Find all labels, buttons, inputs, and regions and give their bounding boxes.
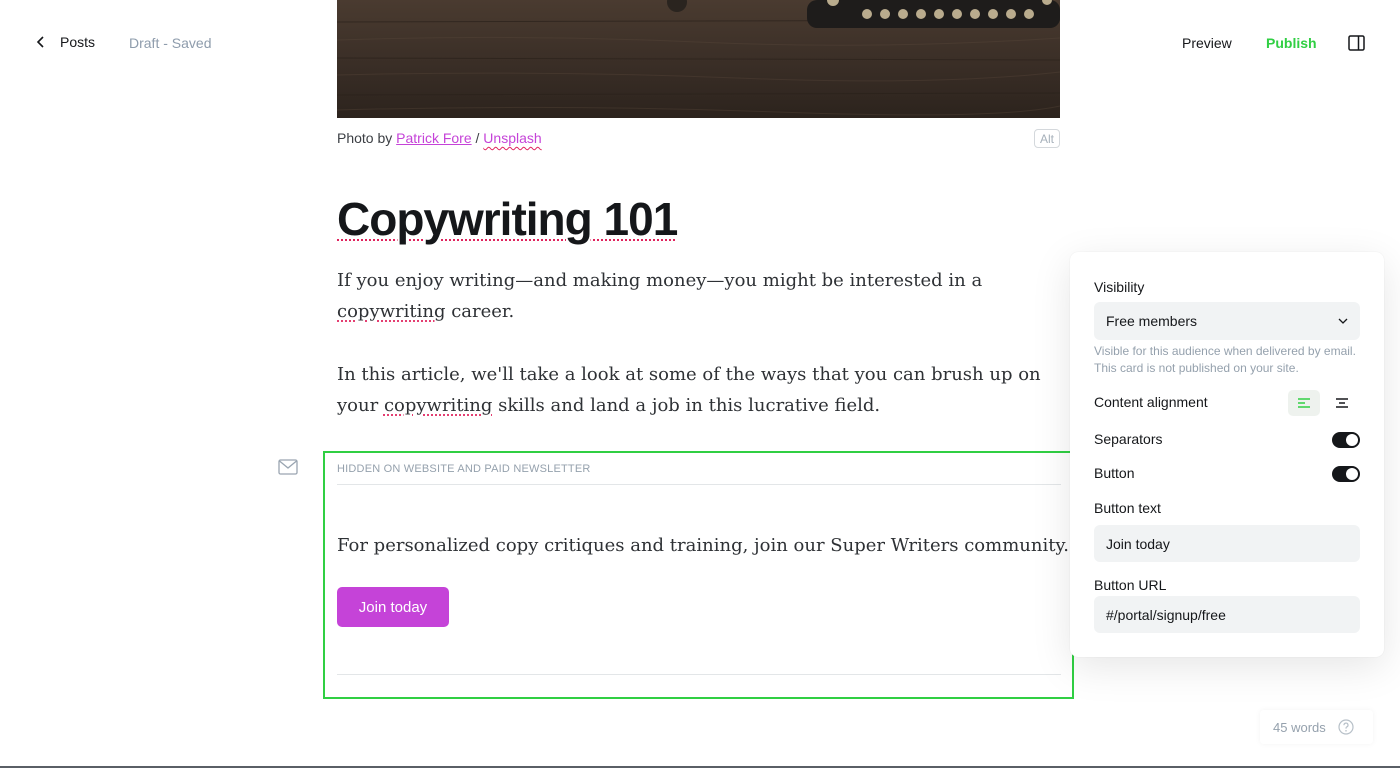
join-today-button[interactable]: Join today — [337, 587, 449, 627]
align-left-icon — [1298, 398, 1310, 408]
chevron-left-icon — [36, 36, 44, 48]
content-alignment-group — [1288, 390, 1358, 416]
paragraph-2[interactable]: In this article, we'll take a look at so… — [337, 359, 1067, 421]
card-visibility-label: HIDDEN ON WEBSITE AND PAID NEWSLETTER — [337, 463, 591, 475]
caption-separator: / — [471, 130, 484, 146]
button-label: Button — [1094, 465, 1135, 481]
button-text-input[interactable] — [1094, 525, 1360, 562]
alt-text-button[interactable]: Alt — [1034, 129, 1060, 148]
separator-top — [337, 484, 1061, 485]
post-title[interactable]: Copywriting 101 — [337, 189, 678, 249]
caption-prefix: Photo by — [337, 130, 397, 146]
button-text-label: Button text — [1094, 500, 1161, 516]
align-center-button[interactable] — [1326, 390, 1358, 416]
word-count: 45 words — [1260, 710, 1373, 744]
publish-button[interactable]: Publish — [1266, 35, 1317, 51]
separator-bottom — [337, 674, 1061, 675]
paragraph-1[interactable]: If you enjoy writing—and making money—yo… — [337, 265, 1067, 327]
visibility-select[interactable]: Free members — [1094, 302, 1360, 340]
button-toggle[interactable] — [1332, 466, 1360, 482]
visibility-value: Free members — [1106, 313, 1198, 329]
unsplash-link[interactable]: Unsplash — [483, 130, 541, 146]
align-left-button[interactable] — [1288, 390, 1320, 416]
back-label: Posts — [60, 34, 96, 50]
separators-label: Separators — [1094, 431, 1163, 447]
paragraph-2-end: skills and land a job in this lucrative … — [492, 395, 881, 416]
word-count-text: 45 words — [1273, 719, 1326, 735]
button-url-label: Button URL — [1094, 577, 1167, 593]
card-settings-panel: Visibility Free members Visible for this… — [1070, 252, 1384, 657]
button-url-input[interactable] — [1094, 596, 1360, 633]
sidebar-toggle-icon[interactable] — [1348, 35, 1365, 51]
card-text[interactable]: For personalized copy critiques and trai… — [337, 535, 1069, 556]
author-link[interactable]: Patrick Fore — [396, 130, 471, 146]
email-icon — [278, 459, 298, 475]
content-alignment-label: Content alignment — [1094, 394, 1208, 410]
help-icon[interactable] — [1338, 719, 1354, 735]
misspelled-word: copywriting — [337, 301, 446, 322]
email-cta-card[interactable]: HIDDEN ON WEBSITE AND PAID NEWSLETTER Fo… — [323, 451, 1074, 699]
image-caption[interactable]: Photo by Patrick Fore / Unsplash — [337, 130, 542, 146]
visibility-help-text: Visible for this audience when delivered… — [1094, 344, 1356, 375]
back-to-posts-link[interactable]: Posts — [36, 34, 95, 50]
post-title-text: Copywriting 101 — [337, 193, 678, 245]
save-status: Draft - Saved — [129, 35, 212, 51]
chevron-down-icon — [1338, 318, 1348, 324]
separators-toggle[interactable] — [1332, 432, 1360, 448]
visibility-label: Visibility — [1094, 279, 1145, 295]
paragraph-1-end: career. — [445, 301, 515, 322]
misspelled-word: copywriting — [383, 395, 493, 416]
align-center-icon — [1336, 398, 1348, 408]
feature-image[interactable] — [337, 0, 1060, 118]
preview-button[interactable]: Preview — [1182, 35, 1232, 51]
paragraph-1-start: If you enjoy writing—and making money—yo… — [337, 270, 983, 291]
